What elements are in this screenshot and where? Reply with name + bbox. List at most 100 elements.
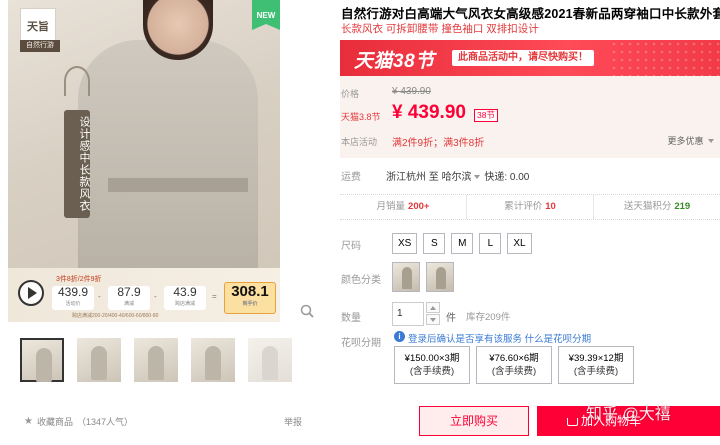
brand-tag: 自然行游 (20, 40, 60, 52)
size-option[interactable]: S (423, 233, 446, 254)
plan-amount: ¥150.00×3期 (404, 353, 460, 364)
product-subtitle: 长款风衣 可拆卸腰带 撞色袖口 双排扣设计 (341, 23, 539, 35)
buy-now-button[interactable]: 立即购买 (419, 406, 529, 436)
product-info-panel: 自然行游对白高端大气风衣女高级感2021春新品两穿袖口中长款外套 长款风衣 可拆… (340, 0, 720, 445)
size-option[interactable]: M (451, 233, 474, 254)
thumbnail[interactable] (20, 338, 64, 382)
orig-price: ¥ 439.90 (392, 86, 431, 97)
main-product-image[interactable]: 天旨 自然行游 设计感中长款风衣 NEW 3件8折/2件9折 439.9 活动价… (8, 0, 280, 322)
orig-price-label: 价格 (341, 89, 360, 99)
star-icon: ★ (24, 416, 33, 427)
stat-value: 200+ (408, 201, 430, 212)
chip-operator: - (154, 292, 157, 301)
image-price-chip: 43.9 跨店满减 (164, 286, 206, 310)
chip-label: 到手价 (242, 301, 258, 307)
chevron-down-icon (473, 174, 480, 179)
thumbnail[interactable] (134, 338, 178, 382)
favorite-button[interactable]: ★ 收藏商品 （1347人气） (24, 415, 133, 428)
image-price-chip: 87.9 满减 (108, 286, 150, 310)
installment-plans: ¥150.00×3期 (含手续费) ¥76.60×6期 (含手续费) ¥39.3… (394, 346, 634, 384)
product-gallery: 天旨 自然行游 设计感中长款风衣 NEW 3件8折/2件9折 439.9 活动价… (8, 0, 324, 445)
product-title: 自然行游对白高端大气风衣女高级感2021春新品两穿袖口中长款外套 (341, 7, 720, 21)
hanger-icon (64, 66, 90, 96)
price-box: 天猫38节 此商品活动中，请尽快购买！ 价格 ¥ 439.90 天猫3.8节 ¥… (340, 40, 720, 158)
color-swatch[interactable] (426, 262, 454, 292)
chip-operator: = (212, 292, 217, 301)
thumbnail[interactable] (248, 338, 292, 382)
brand-logo: 天旨 (20, 8, 56, 44)
cart-icon (567, 417, 578, 426)
thumbnail-strip (20, 338, 292, 382)
stat-label: 月销量 (376, 201, 406, 212)
quantity-increase-button[interactable] (426, 302, 440, 313)
chip-label: 跨店满减 (174, 301, 195, 307)
chip-operator: - (98, 292, 101, 301)
promo-price-label: 天猫3.8节 (341, 112, 381, 122)
ship-to: 哈尔滨 (441, 172, 472, 183)
thumbnail[interactable] (77, 338, 121, 382)
color-swatch[interactable] (392, 262, 420, 292)
chip-price: 439.9 (57, 285, 89, 299)
image-price-chip: 439.9 活动价 (52, 286, 94, 310)
activity-text: 满2件9折；满3件8折 (392, 138, 485, 149)
info-icon: i (394, 331, 405, 342)
image-side-label: 设计感中长款风衣 (64, 110, 90, 218)
huabei-label: 花呗分期 (341, 338, 381, 349)
image-final-price-chip: 308.1 到手价 (224, 282, 276, 314)
ship-from: 浙江杭州 (386, 172, 426, 183)
new-badge: NEW (252, 0, 280, 30)
report-link[interactable]: 举报 (284, 415, 302, 428)
plan-amount: ¥76.60×6期 (489, 353, 539, 364)
size-option[interactable]: XL (507, 233, 532, 254)
watermark: 知乎 @大禧 (586, 406, 671, 423)
ship-to-selector[interactable]: 哈尔滨 (442, 172, 482, 183)
plan-fee: (含手续费) (409, 366, 455, 377)
installment-option[interactable]: ¥39.39×12期 (含手续费) (558, 346, 634, 384)
ship-fee: 快递: 0.00 (484, 172, 530, 183)
belt-illustration (108, 178, 248, 192)
installment-option[interactable]: ¥76.60×6期 (含手续费) (476, 346, 552, 384)
size-selector: XS S M L XL (392, 233, 532, 254)
huabei-help-link[interactable]: 什么是花呗分期 (525, 334, 592, 345)
zoom-icon[interactable] (300, 304, 314, 318)
play-video-button[interactable] (18, 280, 44, 306)
chip-price: 87.9 (117, 285, 141, 299)
stat-label: 送天猫积分 (623, 201, 672, 212)
banner-decoration (610, 40, 720, 76)
promo-banner: 天猫38节 此商品活动中，请尽快购买！ (340, 40, 720, 76)
chevron-down-icon (708, 139, 714, 144)
favorite-label: 收藏商品 (36, 417, 73, 427)
quantity-input[interactable]: 1 (392, 302, 424, 326)
plan-fee: (含手续费) (573, 366, 619, 377)
huabei-login-link[interactable]: 登录后确认是否享有该服务 (408, 334, 522, 345)
stat-value: 10 (545, 201, 556, 212)
chip-price: 308.1 (231, 283, 269, 300)
stat-reviews[interactable]: 累计评价 10 (467, 195, 594, 219)
quantity-decrease-button[interactable] (426, 314, 440, 325)
stat-monthly-sales: 月销量 200+ (340, 195, 467, 219)
plan-fee: (含手续费) (491, 366, 537, 377)
size-option[interactable]: L (479, 233, 502, 254)
shipping-info: 浙江杭州 至 哈尔滨 快递: 0.00 (386, 168, 529, 183)
more-offers-link[interactable]: 更多优惠 (667, 134, 716, 147)
image-promo-head: 3件8折/2件9折 (56, 276, 102, 283)
chip-price: 43.9 (173, 285, 197, 299)
thumbnail[interactable] (191, 338, 235, 382)
size-option[interactable]: XS (392, 233, 418, 254)
image-promo-foot: 跨店满减200-20/400-40/600-60/800-80 (72, 313, 159, 319)
color-label: 颜色分类 (341, 275, 381, 286)
chip-label: 满减 (123, 301, 134, 307)
size-label: 尺码 (341, 241, 361, 252)
festival-badge: 38节 (474, 109, 498, 122)
chip-label: 活动价 (65, 301, 81, 307)
favorite-count: （1347人气） (76, 417, 134, 427)
stat-points: 送天猫积分 219 (594, 195, 720, 219)
quantity-label: 数量 (341, 313, 361, 324)
ship-to-prefix: 至 (428, 172, 439, 183)
plan-amount: ¥39.39×12期 (568, 353, 624, 364)
quantity-unit: 件 (446, 313, 456, 324)
installment-option[interactable]: ¥150.00×3期 (含手续费) (394, 346, 470, 384)
stats-bar: 月销量 200+ 累计评价 10 送天猫积分 219 (340, 194, 720, 220)
color-selector (392, 262, 454, 292)
more-offers-label: 更多优惠 (667, 136, 704, 146)
